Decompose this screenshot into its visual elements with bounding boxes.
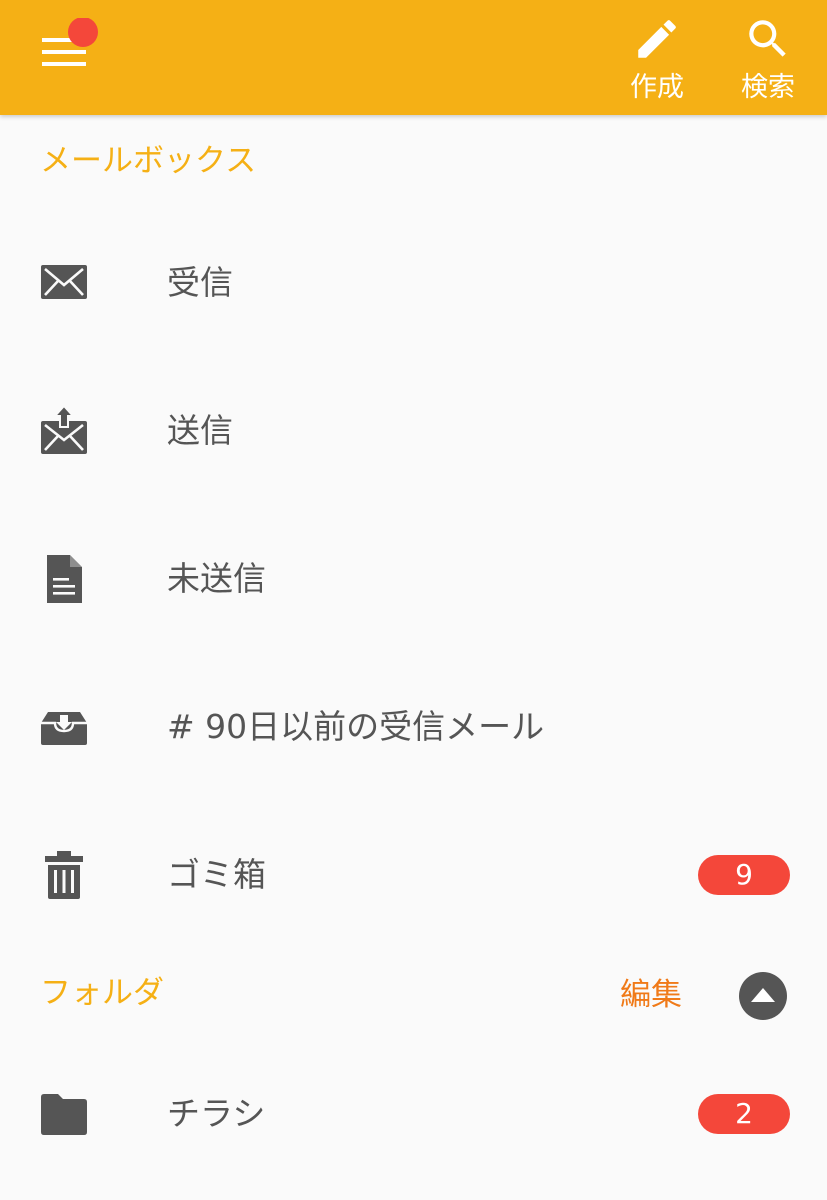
unread-count-badge: 9 bbox=[698, 855, 790, 895]
search-label: 検索 bbox=[741, 72, 795, 103]
archive-tray-icon bbox=[38, 701, 90, 753]
mailbox-item-label: 未送信 bbox=[167, 559, 266, 598]
folder-item-flyers[interactable]: チラシ 2 bbox=[0, 1064, 827, 1164]
app-header: 作成 検索 bbox=[0, 0, 827, 115]
search-icon bbox=[749, 20, 786, 57]
mailbox-item-label: 送信 bbox=[167, 411, 233, 450]
envelope-icon bbox=[38, 257, 90, 309]
mailbox-item-label: ゴミ箱 bbox=[167, 855, 266, 894]
compose-label: 作成 bbox=[630, 72, 684, 103]
mailbox-item-label: # 90日以前の受信メール bbox=[167, 707, 545, 746]
collapse-folders-button[interactable] bbox=[739, 972, 787, 1020]
mailbox-section-title: メールボックス bbox=[40, 143, 257, 179]
pencil-icon bbox=[638, 20, 676, 58]
mailbox-item-inbox[interactable]: 受信 bbox=[0, 233, 827, 333]
search-button[interactable]: 検索 bbox=[728, 10, 808, 110]
collapse-up-icon bbox=[751, 988, 775, 1002]
compose-button[interactable]: 作成 bbox=[617, 10, 697, 110]
trash-icon bbox=[38, 849, 90, 901]
outbox-icon bbox=[38, 405, 90, 457]
hamburger-menu-icon bbox=[42, 18, 98, 66]
mailbox-item-label: 受信 bbox=[167, 263, 233, 302]
notification-dot bbox=[68, 18, 98, 47]
mailbox-item-trash[interactable]: ゴミ箱 9 bbox=[0, 825, 827, 925]
folder-item-label: チラシ bbox=[167, 1094, 266, 1133]
mailbox-item-drafts[interactable]: 未送信 bbox=[0, 529, 827, 629]
folder-icon bbox=[38, 1088, 90, 1140]
unread-count-badge: 2 bbox=[698, 1094, 790, 1134]
mailbox-item-archive[interactable]: # 90日以前の受信メール bbox=[0, 677, 827, 777]
edit-folders-button[interactable]: 編集 bbox=[620, 975, 682, 1015]
folder-section-title: フォルダ bbox=[40, 975, 164, 1011]
mailbox-item-sent[interactable]: 送信 bbox=[0, 381, 827, 481]
menu-button[interactable] bbox=[28, 18, 108, 88]
draft-document-icon bbox=[38, 553, 90, 605]
